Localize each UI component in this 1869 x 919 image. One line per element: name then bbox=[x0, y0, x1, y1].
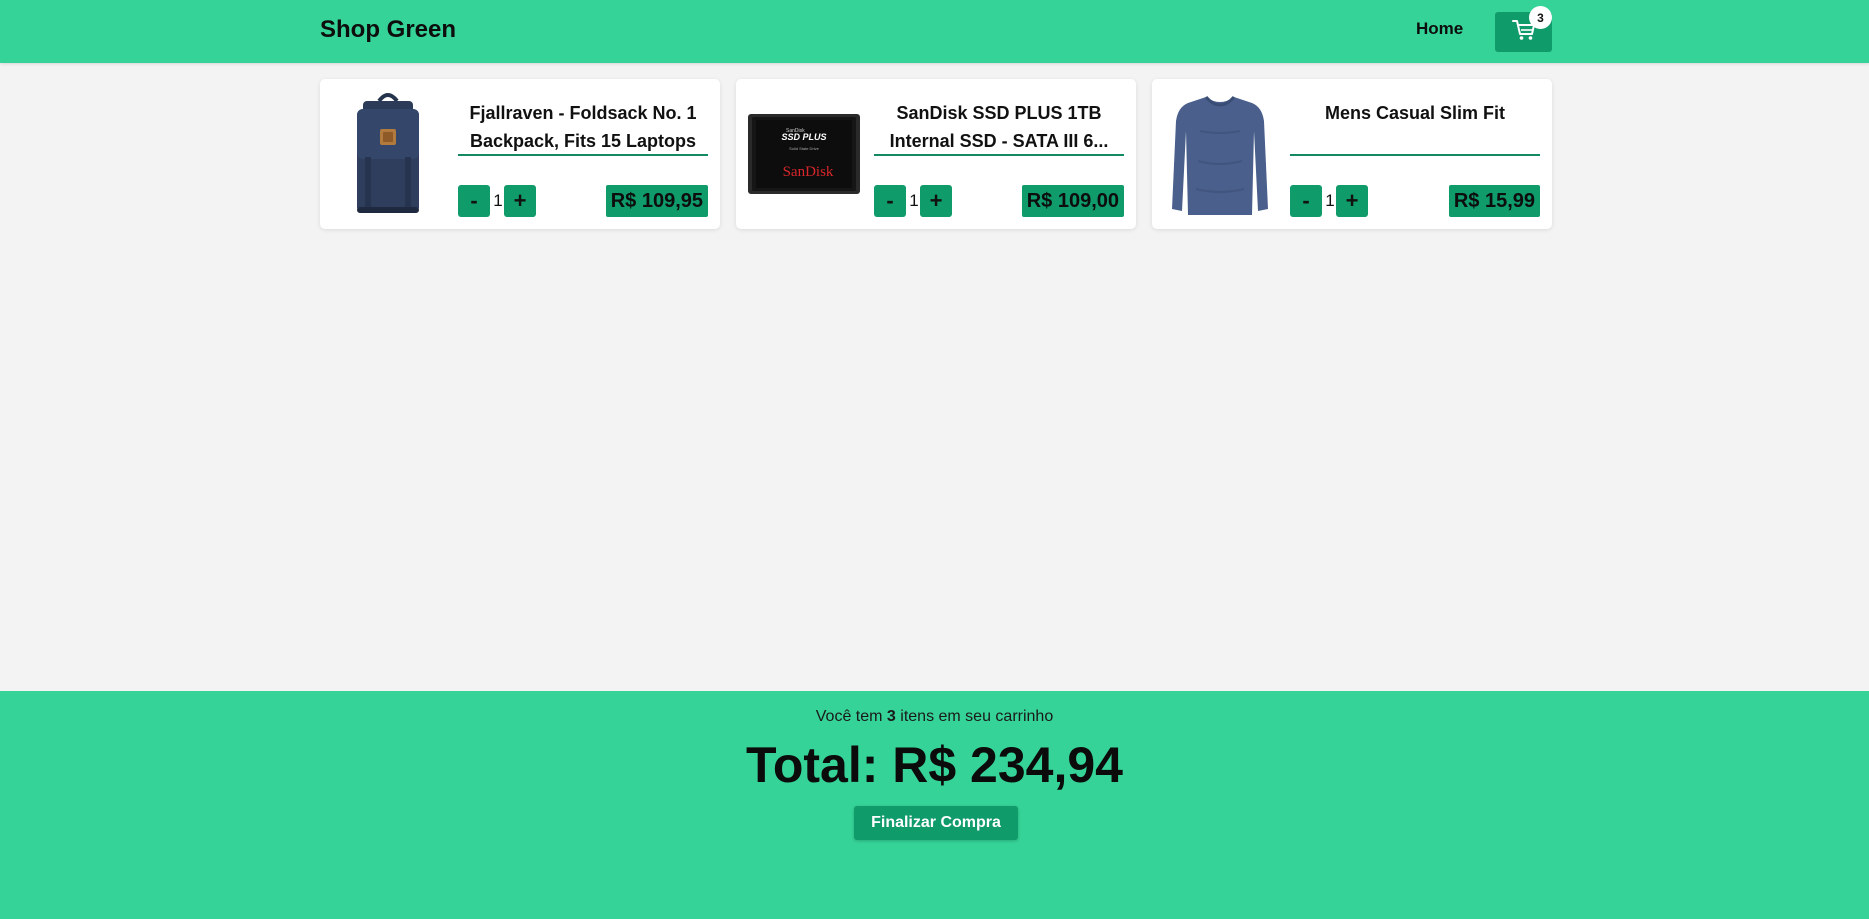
title-divider bbox=[458, 154, 708, 156]
ssd-model-text: SSD PLUS bbox=[781, 132, 826, 142]
item-price: R$ 109,95 bbox=[605, 185, 708, 217]
summary-prefix: Você tem bbox=[815, 708, 883, 725]
ssd-brand-text: SanDisk bbox=[783, 164, 834, 180]
cart-item-card: Mens Casual Slim Fit - 1 + R$ 15,99 bbox=[1152, 79, 1552, 229]
quantity-value: 1 bbox=[909, 191, 919, 210]
nav-home-link[interactable]: Home bbox=[1416, 19, 1463, 39]
decrease-quantity-button[interactable]: - bbox=[874, 185, 906, 217]
ssd-tagline-text: Solid State Drive bbox=[789, 146, 820, 151]
top-navbar: Shop Green Home 3 bbox=[0, 0, 1869, 63]
title-divider bbox=[874, 154, 1124, 156]
summary-count: 3 bbox=[886, 708, 896, 725]
decrease-quantity-button[interactable]: - bbox=[458, 185, 490, 217]
shirt-image bbox=[1164, 91, 1276, 217]
decrease-quantity-button[interactable]: - bbox=[1290, 185, 1322, 217]
cart-count-badge: 3 bbox=[1529, 6, 1552, 29]
backpack-image bbox=[332, 91, 444, 217]
quantity-value: 1 bbox=[493, 191, 503, 210]
item-title: SanDisk SSD PLUS 1TB Internal SSD - SATA… bbox=[889, 103, 1109, 151]
item-title: Fjallraven - Foldsack No. 1 Backpack, Fi… bbox=[469, 103, 697, 151]
title-divider bbox=[1290, 154, 1540, 156]
cart-summary-text: Você tem 3 itens em seu carrinho bbox=[0, 708, 1869, 726]
cart-summary-footer: Você tem 3 itens em seu carrinho Total: … bbox=[0, 691, 1869, 919]
increase-quantity-button[interactable]: + bbox=[920, 185, 952, 217]
cart-item-card: SanDisk SSD PLUS Solid State Drive SanDi… bbox=[736, 79, 1136, 229]
increase-quantity-button[interactable]: + bbox=[504, 185, 536, 217]
summary-suffix: itens em seu carrinho bbox=[900, 708, 1054, 725]
item-price: R$ 15,99 bbox=[1448, 185, 1540, 217]
cart-item-card: Fjallraven - Foldsack No. 1 Backpack, Fi… bbox=[320, 79, 720, 229]
checkout-button[interactable]: Finalizar Compra bbox=[854, 806, 1018, 840]
cart-items-list: Fjallraven - Foldsack No. 1 Backpack, Fi… bbox=[320, 79, 1552, 229]
cart-total: Total: R$ 234,94 bbox=[745, 737, 1123, 793]
item-title: Mens Casual Slim Fit bbox=[1324, 103, 1506, 123]
increase-quantity-button[interactable]: + bbox=[1336, 185, 1368, 217]
item-price: R$ 109,00 bbox=[1021, 185, 1124, 217]
brand-logo[interactable]: Shop Green bbox=[320, 16, 456, 44]
quantity-value: 1 bbox=[1325, 191, 1335, 210]
ssd-image: SanDisk SSD PLUS Solid State Drive SanDi… bbox=[748, 91, 860, 217]
